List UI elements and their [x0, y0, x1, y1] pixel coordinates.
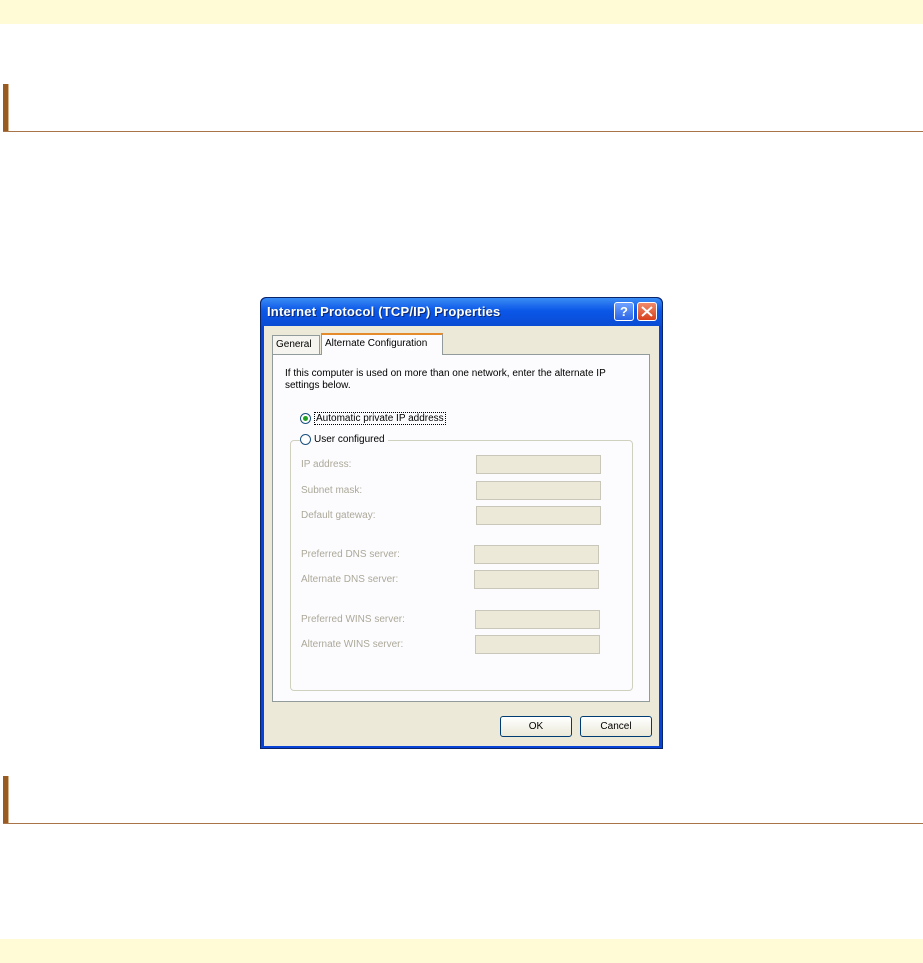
automatic-radio[interactable]	[300, 413, 311, 424]
subnet-mask-label: Subnet mask:	[301, 485, 363, 496]
close-icon	[641, 306, 653, 317]
ip-address-label: IP address:	[301, 459, 352, 470]
alternate-dns-field[interactable]	[474, 570, 599, 589]
ip-address-field[interactable]	[476, 455, 601, 474]
section-header	[0, 84, 923, 132]
section-marker	[3, 84, 9, 131]
close-button[interactable]	[637, 302, 657, 321]
help-icon: ?	[620, 304, 628, 319]
default-gateway-label: Default gateway:	[301, 510, 376, 521]
tab-alternate-configuration[interactable]: Alternate Configuration	[321, 333, 443, 355]
alternate-dns-label: Alternate DNS server:	[301, 574, 399, 585]
preferred-dns-field[interactable]	[474, 545, 599, 564]
subnet-mask-field[interactable]	[476, 481, 601, 500]
section-header	[0, 776, 923, 824]
automatic-label: Automatic private IP address	[314, 412, 446, 425]
section-divider	[3, 823, 923, 824]
bottom-band	[0, 939, 923, 963]
tcpip-properties-dialog: Internet Protocol (TCP/IP) Properties ? …	[260, 297, 663, 749]
help-button[interactable]: ?	[614, 302, 634, 321]
title-bar[interactable]: Internet Protocol (TCP/IP) Properties ?	[261, 298, 662, 326]
section-divider	[3, 131, 923, 132]
tab-panel: If this computer is used on more than on…	[272, 354, 650, 702]
tab-general[interactable]: General	[272, 335, 320, 354]
user-configured-radio[interactable]	[300, 434, 311, 445]
section-marker	[3, 776, 9, 823]
ok-button[interactable]: OK	[500, 716, 572, 737]
preferred-wins-label: Preferred WINS server:	[301, 614, 405, 625]
cancel-button[interactable]: Cancel	[580, 716, 652, 737]
preferred-wins-field[interactable]	[475, 610, 600, 629]
alternate-wins-field[interactable]	[475, 635, 600, 654]
dialog-title: Internet Protocol (TCP/IP) Properties	[267, 304, 501, 319]
default-gateway-field[interactable]	[476, 506, 601, 525]
user-configured-label: User configured	[314, 434, 385, 445]
dialog-client: General Alternate Configuration If this …	[264, 326, 659, 746]
description-text: If this computer is used on more than on…	[285, 368, 606, 391]
top-band	[0, 0, 923, 24]
alternate-wins-label: Alternate WINS server:	[301, 639, 404, 650]
preferred-dns-label: Preferred DNS server:	[301, 549, 400, 560]
user-configured-option[interactable]: User configured	[300, 434, 388, 445]
automatic-ip-option[interactable]: Automatic private IP address	[300, 412, 446, 425]
